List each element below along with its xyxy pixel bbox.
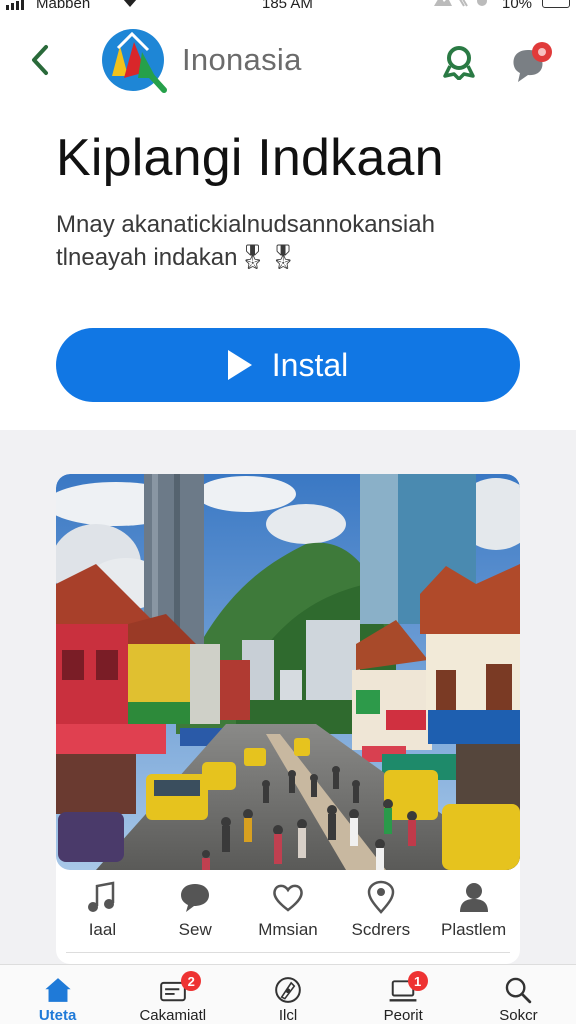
award-button[interactable] xyxy=(438,42,480,82)
description-line-2: tlneayah indakan🎖🎖 xyxy=(56,244,299,271)
action-profile[interactable]: Plastlem xyxy=(427,870,520,964)
brand-name: Inonasia xyxy=(182,42,302,77)
play-icon xyxy=(227,350,252,380)
carrier-name: Mabben xyxy=(36,0,91,12)
app-title: Kiplangi Indkaan xyxy=(56,129,444,187)
action-label: Scdrers xyxy=(351,920,411,939)
tab-messages[interactable]: 2 Cakamiatl xyxy=(115,965,230,1024)
action-music[interactable]: Iaal xyxy=(56,870,149,964)
explore-icon xyxy=(275,977,301,1003)
tab-device[interactable]: 1 Peorit xyxy=(346,965,461,1024)
status-bar: Mabben 185 AM 10% xyxy=(0,0,576,18)
tab-label: Peorit xyxy=(383,1007,423,1024)
action-like[interactable]: Mmsian xyxy=(242,870,335,964)
app-description: Mnay akanatickialnudsannokansiah tlneaya… xyxy=(56,208,526,274)
install-label: Instal xyxy=(271,346,349,383)
chat-bubble-icon xyxy=(513,42,552,82)
action-label: Plastlem xyxy=(440,920,507,939)
tab-label: Ilcl xyxy=(278,1007,298,1024)
tab-home[interactable]: Uteta xyxy=(0,965,115,1024)
street-market-photo[interactable] xyxy=(56,474,520,870)
system-status-icons xyxy=(434,0,487,7)
chevron-left-icon xyxy=(32,45,48,75)
location-pin-icon xyxy=(367,880,395,914)
app-header: Inonasia xyxy=(0,18,576,108)
action-location[interactable]: Scdrers xyxy=(334,870,427,964)
heart-icon xyxy=(273,884,303,912)
back-button[interactable] xyxy=(24,40,56,80)
battery-percent: 10% xyxy=(502,0,533,12)
battery-icon xyxy=(542,0,570,8)
person-icon xyxy=(459,883,488,912)
notification-badge: 1 xyxy=(407,971,428,991)
action-label: Iaal xyxy=(88,920,117,939)
card-divider xyxy=(66,952,510,964)
bottom-tab-bar: Uteta 2 Cakamiatl Ilcl 1 Peorit Sokcr xyxy=(0,964,576,1024)
tab-label: Uteta xyxy=(38,1007,77,1024)
home-icon xyxy=(44,978,71,1002)
action-label: Mmsian xyxy=(258,920,318,939)
tab-label: Sokcr xyxy=(499,1007,538,1024)
clock-time: 185 AM xyxy=(262,0,313,12)
wifi-icon xyxy=(123,0,137,7)
action-label: Sew xyxy=(178,920,212,939)
search-icon xyxy=(506,977,532,1004)
action-comment[interactable]: Sew xyxy=(149,870,242,964)
brand-logo xyxy=(102,29,167,93)
award-ribbon-icon xyxy=(443,46,475,80)
description-emoji: 🎖🎖 xyxy=(237,244,299,271)
install-button[interactable]: Instal xyxy=(56,328,520,402)
tab-search[interactable]: Sokcr xyxy=(461,965,576,1024)
signal-icon xyxy=(6,0,24,10)
action-row: Iaal Sew Mmsian Scdrers Plastlem xyxy=(56,870,520,964)
street-market-illustration xyxy=(56,474,520,870)
description-line-1: Mnay akanatickialnudsannokansiah xyxy=(56,211,435,238)
preview-card: Iaal Sew Mmsian Scdrers Plastlem xyxy=(56,474,520,964)
chat-button[interactable] xyxy=(508,40,556,84)
music-note-icon xyxy=(88,881,115,912)
speech-bubble-icon xyxy=(181,884,210,912)
notification-badge: 2 xyxy=(181,971,202,991)
tab-label: Cakamiatl xyxy=(139,1007,207,1024)
tab-explore[interactable]: Ilcl xyxy=(230,965,345,1024)
app-hero: Kiplangi Indkaan Mnay akanatickialnudsan… xyxy=(0,108,576,430)
